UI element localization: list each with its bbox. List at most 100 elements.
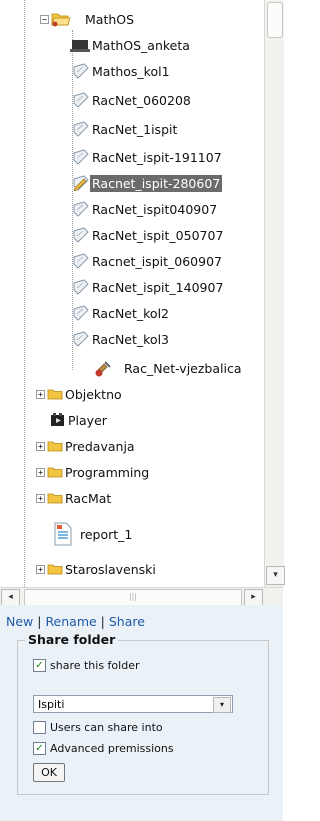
users-can-share-row: Users can share into — [33, 721, 163, 734]
tree-item-staroslavenski[interactable]: + Staroslavenski — [36, 558, 158, 580]
expand-toggle[interactable]: + — [36, 441, 45, 451]
vertical-scroll-thumb[interactable] — [267, 2, 283, 38]
horizontal-scrollbar[interactable]: ◂ ||| ▸ — [0, 587, 283, 606]
quiz-icon — [73, 63, 89, 79]
tree-item-label: RacNet_ispit040907 — [92, 201, 218, 217]
tree-item-rac-net-vjezbalica[interactable]: Rac_Net-vjezbalica — [94, 357, 244, 379]
action-links: New | Rename | Share — [6, 614, 145, 629]
tree-item-label: report_1 — [80, 526, 133, 542]
tree-item-racnet-ispit040907[interactable]: RacNet_ispit040907 — [72, 198, 219, 220]
advanced-permissions-row: ✓ Advanced premissions — [33, 742, 174, 755]
tree-item-racnet-ispit-191107[interactable]: RacNet_ispit-191107 — [72, 146, 224, 168]
tree-item-label: Mathos_kol1 — [92, 63, 170, 79]
folder-tree: − MathOS MathOS_anketa Mathos_kol1 RacNe… — [0, 0, 264, 587]
tree-item-label: RacNet_ispit-191107 — [92, 149, 222, 165]
tree-item-label-selected: Racnet_ispit-280607 — [90, 174, 223, 192]
users-can-share-label: Users can share into — [50, 721, 163, 734]
tree-item-label: Racnet_ispit_060907 — [92, 253, 222, 269]
share-this-folder-label: share this folder — [50, 659, 140, 672]
tree-item-racnet-060208[interactable]: RacNet_060208 — [72, 89, 193, 111]
quiz-icon — [73, 305, 89, 321]
tree-item-racnet-ispit-050707[interactable]: RacNet_ispit_050707 — [72, 224, 225, 246]
expand-toggle[interactable]: + — [36, 467, 45, 477]
tree-item-label: RacNet_ispit_050707 — [92, 227, 224, 243]
tree-item-racnet-kol3[interactable]: RacNet_kol3 — [72, 328, 171, 350]
folder-select-value: Ispiti — [38, 698, 65, 711]
ok-button[interactable]: OK — [33, 763, 65, 782]
tree-item-label: Staroslavenski — [65, 561, 156, 577]
quiz-icon — [73, 149, 89, 165]
quiz-edit-icon — [73, 175, 89, 191]
rename-link[interactable]: Rename — [45, 614, 96, 629]
tree-item-label: RacNet_kol3 — [92, 331, 170, 347]
share-folder-fieldset: Share folder ✓ share this folder Ispiti … — [17, 632, 269, 795]
quiz-icon — [73, 253, 89, 269]
expand-toggle[interactable]: + — [36, 493, 45, 503]
player-icon — [51, 413, 64, 426]
tree-item-racmat[interactable]: + RacMat — [36, 487, 113, 509]
folder-icon — [47, 493, 63, 504]
tools-icon — [95, 361, 111, 377]
scroll-down-button[interactable]: ▾ — [266, 566, 285, 585]
share-folder-legend: Share folder — [25, 632, 119, 647]
tree-item-objektno[interactable]: + Objektno — [36, 383, 124, 405]
tree-item-player[interactable]: Player — [50, 409, 109, 431]
tree-item-mathos-anketa[interactable]: MathOS_anketa — [70, 34, 192, 56]
quiz-icon — [73, 227, 89, 243]
collapse-toggle[interactable]: − — [40, 14, 49, 24]
tree-item-label: RacNet_kol2 — [92, 305, 170, 321]
tree-item-predavanja[interactable]: + Predavanja — [36, 435, 137, 457]
tree-item-label: Objektno — [65, 386, 122, 402]
advanced-permissions-checkbox[interactable]: ✓ — [33, 742, 46, 755]
tree-item-racnet-1ispit[interactable]: RacNet_1ispit — [72, 118, 179, 140]
tree-item-label: Rac_Net-vjezbalica — [124, 360, 242, 376]
tree-item-mathos[interactable]: − MathOS — [40, 8, 136, 30]
tree-item-mathos-kol1[interactable]: Mathos_kol1 — [72, 60, 172, 82]
actions-panel: New | Rename | Share Share folder ✓ shar… — [0, 605, 283, 821]
advanced-permissions-label: Advanced premissions — [50, 742, 174, 755]
tree-item-racnet-ispit-140907[interactable]: RacNet_ispit_140907 — [72, 276, 225, 298]
scroll-left-button[interactable]: ◂ — [1, 589, 20, 606]
tree-item-label: RacNet_1ispit — [92, 121, 178, 137]
share-this-folder-checkbox[interactable]: ✓ — [33, 659, 46, 672]
expand-toggle[interactable]: + — [36, 389, 45, 399]
tree-item-label: Programming — [65, 464, 150, 480]
report-icon — [54, 522, 72, 546]
users-can-share-checkbox[interactable] — [33, 721, 46, 734]
folder-select[interactable]: Ispiti ▾ — [33, 695, 233, 713]
vertical-scrollbar[interactable]: ▾ — [264, 0, 285, 587]
new-link[interactable]: New — [6, 614, 33, 629]
tree-guide-line — [24, 0, 25, 587]
chevron-down-icon[interactable]: ▾ — [213, 697, 231, 713]
quiz-icon — [73, 201, 89, 217]
tree-item-label: RacMat — [65, 490, 112, 506]
tree-item-label: Predavanja — [65, 438, 135, 454]
tree-item-report-1[interactable]: report_1 — [52, 521, 134, 547]
folder-open-icon — [51, 13, 71, 27]
horizontal-scroll-thumb[interactable]: ||| — [24, 589, 242, 606]
separator: | — [96, 614, 109, 629]
tree-item-label: Player — [68, 412, 107, 428]
quiz-icon — [73, 331, 89, 347]
tree-item-racnet-kol2[interactable]: RacNet_kol2 — [72, 302, 171, 324]
folder-icon — [47, 564, 63, 575]
tree-item-label: MathOS_anketa — [92, 37, 190, 53]
tree-item-label: RacNet_ispit_140907 — [92, 279, 224, 295]
share-link[interactable]: Share — [109, 614, 145, 629]
tree-item-racnet-ispit-280607[interactable]: Racnet_ispit-280607 — [72, 172, 223, 194]
folder-icon — [47, 389, 63, 400]
tree-item-programming[interactable]: + Programming — [36, 461, 151, 483]
quiz-icon — [73, 121, 89, 137]
tree-item-label: MathOS — [85, 11, 135, 27]
quiz-icon — [73, 92, 89, 108]
separator: | — [33, 614, 46, 629]
folder-icon — [47, 441, 63, 452]
tree-item-racnet-ispit-060907[interactable]: Racnet_ispit_060907 — [72, 250, 224, 272]
quiz-icon — [73, 279, 89, 295]
expand-toggle[interactable]: + — [36, 564, 45, 574]
scroll-right-button[interactable]: ▸ — [244, 589, 263, 606]
tree-item-label: RacNet_060208 — [92, 92, 191, 108]
share-this-folder-row: ✓ share this folder — [33, 659, 140, 672]
folder-icon — [47, 467, 63, 478]
survey-icon — [70, 40, 90, 52]
